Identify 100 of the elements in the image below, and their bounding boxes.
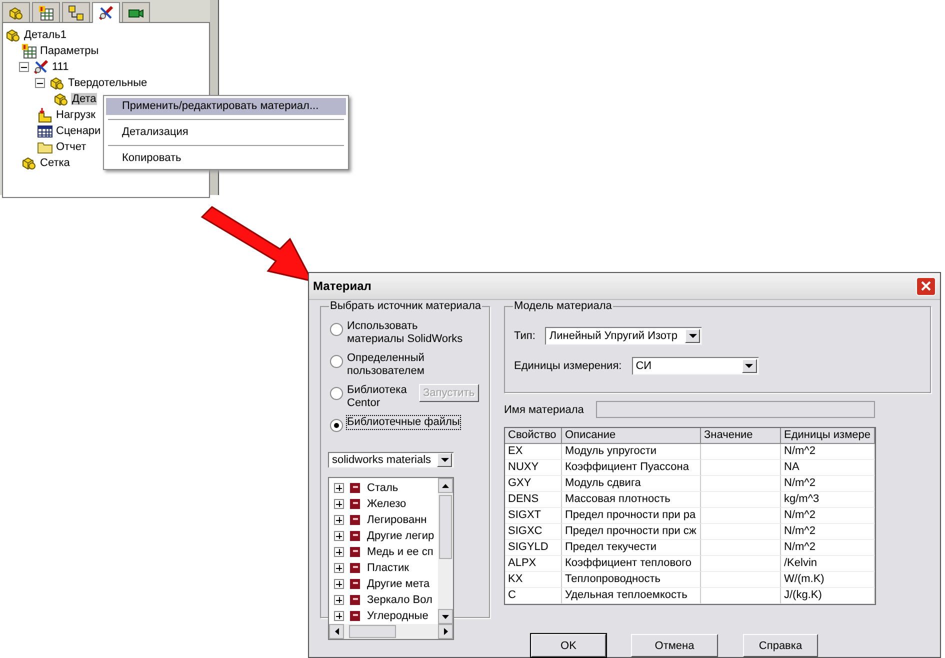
tree-item[interactable]: Деталь1 [23,29,68,41]
table-cell: J/(kg.K) [781,588,875,604]
book-icon [349,562,361,574]
study-icon [98,5,114,21]
material-item[interactable]: Другие легир [364,530,434,542]
book-icon [349,514,361,526]
units-dropdown[interactable]: СИ [632,357,759,375]
column-header[interactable]: Описание [562,428,701,444]
tree-item[interactable]: Сценари [55,125,102,137]
tree-item[interactable]: Отчет [55,141,88,153]
tree-item[interactable]: Твердотельные [67,77,148,89]
group-title: Модель материала [513,300,613,312]
expand-box[interactable] [334,611,344,621]
type-dropdown[interactable]: Линейный Упругий Изотр [545,327,702,345]
table-cell: W/(m.K) [781,572,875,588]
close-icon [921,281,931,291]
table-cell: Удельная теплоемкость [562,588,701,604]
column-header[interactable]: Единицы измере [781,428,875,444]
dropdown-arrow-icon [745,364,754,368]
material-item[interactable]: Зеркало Вол [364,594,432,606]
expand-box[interactable] [334,563,344,573]
tree-item[interactable]: Нагрузк [55,109,96,121]
part-icon [53,91,69,107]
tree-item[interactable]: 111 [51,61,70,73]
menu-item[interactable]: Применить/редактировать материал... [106,98,346,115]
material-item[interactable]: Пластик [364,562,409,574]
panel-tab[interactable] [122,2,150,22]
table-cell: /Kelvin [781,556,875,572]
expand-box[interactable] [334,499,344,509]
table-cell: N/m^2 [781,476,875,492]
menu-item[interactable]: Детализация [106,124,346,141]
column-header[interactable]: Значение [701,428,781,444]
menu-item[interactable]: Копировать [106,150,346,167]
book-icon [349,530,361,542]
dialog-button[interactable]: OK [531,634,606,657]
close-button[interactable] [916,276,936,296]
table-cell: SIGXC [505,524,562,540]
dialog-button[interactable]: Справка [743,634,818,657]
expand-box[interactable] [334,515,344,525]
scroll-left-icon [334,628,338,635]
table-cell: GXY [505,476,562,492]
type-label: Тип: [514,330,536,342]
material-item[interactable]: Медь и ее сп [364,546,434,558]
radio-button[interactable] [330,355,343,368]
tree-item[interactable]: Дета [71,93,98,105]
book-icon [349,610,361,622]
expand-box[interactable] [334,579,344,589]
load-icon [37,107,53,123]
table-cell: Модуль сдвига [562,476,701,492]
material-name-label: Имя материала [504,404,584,416]
collapse-box[interactable] [35,78,45,88]
table-cell: EX [505,444,562,460]
tree-item[interactable]: Сетка [39,157,71,169]
table-cell: C [505,588,562,604]
horizontal-scrollbar[interactable] [329,624,453,639]
part-icon [49,75,65,91]
book-icon [349,594,361,606]
material-item[interactable]: Сталь [364,482,398,494]
panel-tab[interactable] [2,2,30,22]
units-label: Единицы измерения: [514,360,622,372]
table-cell: N/m^2 [781,508,875,524]
collapse-box[interactable] [19,62,29,72]
scroll-up-icon [442,484,449,488]
study-icon [33,59,49,75]
radio-label: Определенный пользователем [347,352,426,378]
library-dropdown[interactable]: solidworks materials [328,452,454,468]
expand-box[interactable] [334,595,344,605]
expand-box[interactable] [334,483,344,493]
dropdown-arrow-icon [440,458,448,462]
material-item[interactable]: Другие мета [364,578,430,590]
vertical-scrollbar[interactable] [438,478,453,624]
expand-box[interactable] [334,547,344,557]
radio-button[interactable] [330,419,343,432]
table-cell: DENS [505,492,562,508]
part-icon [5,27,21,43]
table-cell: N/m^2 [781,540,875,556]
part-icon [8,4,24,20]
column-header[interactable]: Свойство [505,428,562,444]
table-icon [37,123,53,139]
assembly-icon [68,4,84,20]
table-cell: Массовая плотность [562,492,701,508]
tree-item[interactable]: Параметры [39,45,100,57]
panel-tab[interactable] [92,2,120,23]
panel-tab[interactable] [32,2,60,22]
radio-button[interactable] [330,387,343,400]
material-name-field[interactable] [596,401,875,418]
table-cell: Коэффициент Пуассона [562,460,701,476]
group-title: Выбрать источник материала [329,300,482,312]
dialog-button[interactable]: Отмена [631,634,718,657]
material-item[interactable]: Углеродные [364,610,428,622]
book-icon [349,578,361,590]
scroll-down-icon [442,614,449,618]
dropdown-arrow-icon [688,334,697,338]
radio-button[interactable] [330,323,343,336]
table-cell: N/m^2 [781,524,875,540]
part-icon [21,155,37,171]
panel-tab[interactable] [62,2,90,22]
material-item[interactable]: Железо [364,498,406,510]
expand-box[interactable] [334,531,344,541]
material-item[interactable]: Легированн [364,514,427,526]
